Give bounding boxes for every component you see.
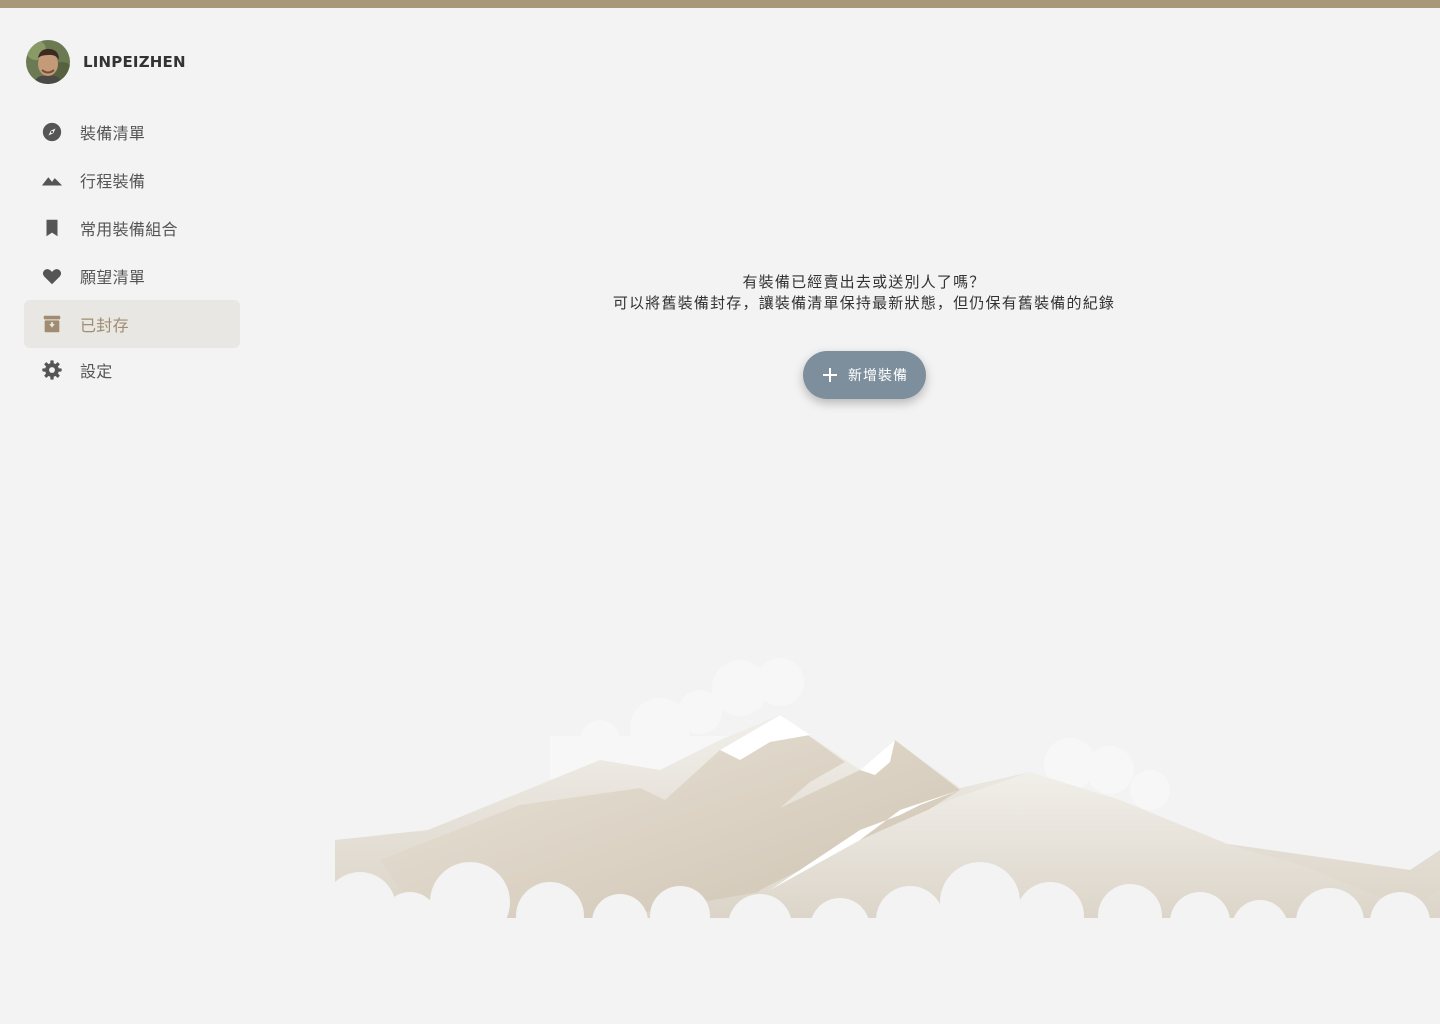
bookmark-icon bbox=[40, 216, 64, 240]
empty-state-message: 有裝備已經賣出去或送別人了嗎？ 可以將舊裝備封存，讓裝備清單保持最新狀態，但仍保… bbox=[564, 272, 1164, 314]
nav-item-trip-gear[interactable]: 行程裝備 bbox=[24, 156, 240, 204]
top-accent-bar bbox=[0, 0, 1440, 8]
nav-item-archived[interactable]: 已封存 bbox=[24, 300, 240, 348]
nav-item-label: 行程裝備 bbox=[80, 172, 146, 191]
nav-item-label: 常用裝備組合 bbox=[80, 220, 178, 239]
mountain-icon bbox=[40, 168, 64, 192]
nav-item-label: 設定 bbox=[80, 362, 113, 381]
username: LINPEIZHEN bbox=[83, 53, 186, 71]
nav-item-gear-sets[interactable]: 常用裝備組合 bbox=[24, 204, 240, 252]
nav-item-settings[interactable]: 設定 bbox=[24, 348, 240, 392]
archive-icon bbox=[40, 312, 64, 336]
nav-item-label: 願望清單 bbox=[80, 268, 146, 287]
nav-item-label: 裝備清單 bbox=[80, 124, 146, 143]
gear-icon bbox=[40, 358, 64, 382]
add-gear-button[interactable]: 新增裝備 bbox=[803, 351, 926, 399]
user-profile[interactable]: LINPEIZHEN bbox=[26, 40, 186, 84]
mountain-illustration bbox=[300, 658, 1440, 940]
plus-icon bbox=[823, 368, 837, 382]
sidebar: LINPEIZHEN 裝備清單 行程裝備 常用裝備組合 願望清單 已封存 設定 bbox=[0, 8, 264, 1024]
compass-icon bbox=[40, 120, 64, 144]
nav-item-gear-list[interactable]: 裝備清單 bbox=[24, 108, 240, 156]
heart-icon bbox=[40, 264, 64, 288]
main-nav: 裝備清單 行程裝備 常用裝備組合 願望清單 已封存 設定 bbox=[24, 108, 240, 392]
nav-item-label: 已封存 bbox=[80, 316, 129, 335]
avatar[interactable] bbox=[26, 40, 70, 84]
empty-state-line-1: 有裝備已經賣出去或送別人了嗎？ bbox=[742, 273, 986, 291]
nav-item-wishlist[interactable]: 願望清單 bbox=[24, 252, 240, 300]
add-gear-button-label: 新增裝備 bbox=[848, 368, 908, 384]
empty-state-line-2: 可以將舊裝備封存，讓裝備清單保持最新狀態，但仍保有舊裝備的紀錄 bbox=[612, 294, 1116, 312]
